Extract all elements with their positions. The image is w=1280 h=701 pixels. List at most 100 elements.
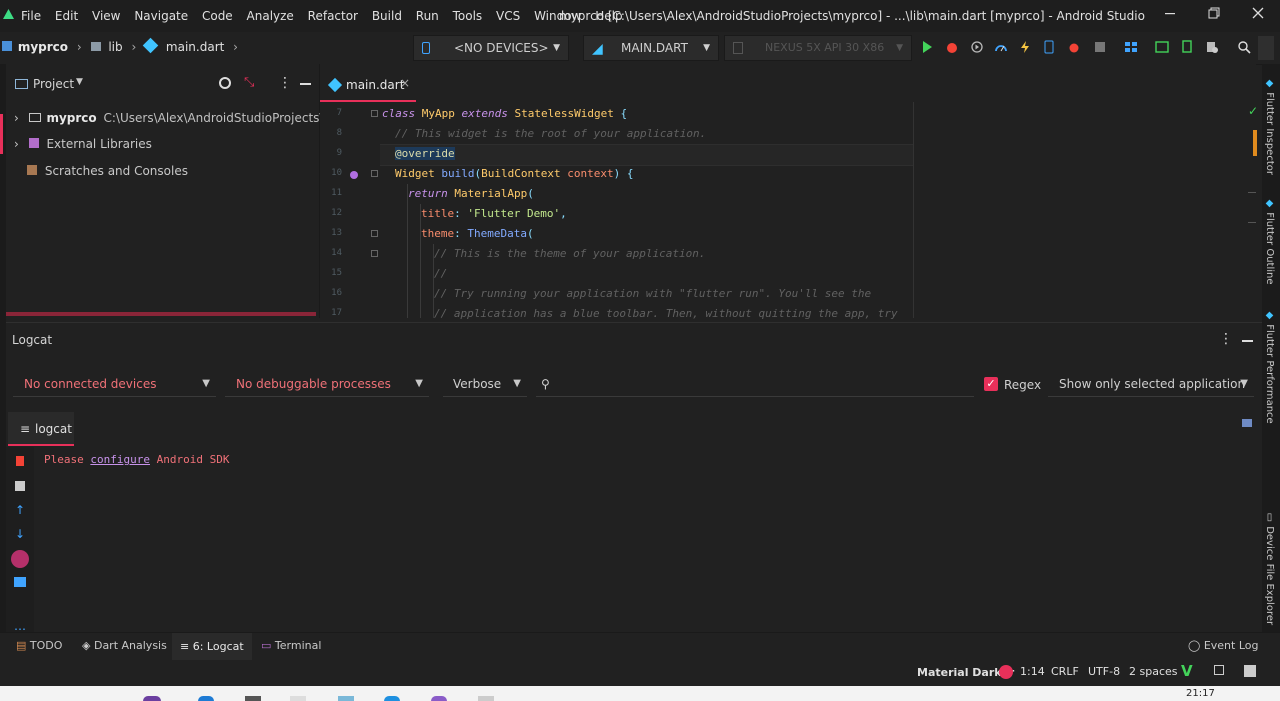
tree-item-scratches[interactable]: Scratches and Consoles (14, 160, 188, 182)
code-line-16[interactable]: // Try running your application with "fl… (434, 287, 871, 300)
menu-refactor[interactable]: Refactor (308, 9, 358, 23)
menu-run[interactable]: Run (416, 9, 439, 23)
process-dropdown[interactable]: No debuggable processes ▼ (225, 371, 429, 397)
scroll-to-end-icon[interactable] (15, 481, 25, 491)
menu-analyze[interactable]: Analyze (247, 9, 294, 23)
project-view-selector[interactable]: Project (33, 77, 74, 91)
project-panel-scrollbar[interactable] (6, 312, 316, 316)
taskbar-app-icon[interactable] (245, 696, 261, 701)
cursor-position[interactable]: 1:14 (1020, 665, 1045, 678)
flutter-outline-tab[interactable]: ◆ Flutter Outline (1264, 198, 1275, 285)
maximize-button[interactable] (1207, 6, 1221, 20)
soft-wrap-icon[interactable] (11, 550, 29, 568)
avd-manager-icon[interactable] (1180, 40, 1194, 54)
vim-icon[interactable]: V (1181, 662, 1193, 680)
search-icon[interactable] (1237, 40, 1251, 54)
lock-icon[interactable] (1214, 665, 1224, 675)
logcat-tab[interactable]: ≡ logcat (8, 412, 74, 446)
memory-indicator-icon[interactable] (1244, 665, 1256, 677)
layout-options-icon[interactable] (1242, 419, 1252, 427)
code-line-10[interactable]: Widget build(BuildContext context) { (395, 167, 633, 180)
breadcrumb-project[interactable]: myprco (18, 40, 68, 54)
regex-checkbox[interactable]: ✓ (984, 377, 998, 391)
file-encoding[interactable]: UTF-8 (1088, 665, 1120, 678)
taskbar-app-icon[interactable] (478, 696, 494, 701)
editor-scroll-marker[interactable] (1253, 130, 1257, 156)
code-line-8[interactable]: // This widget is the root of your appli… (395, 127, 706, 140)
tree-item-external-libraries[interactable]: › External Libraries (14, 133, 152, 155)
run-config-selector[interactable]: ◢ MAIN.DART ▼ (583, 35, 719, 61)
tree-item-root[interactable]: › myprco C:\Users\Alex\AndroidStudioProj… (14, 107, 368, 129)
todo-tool-button[interactable]: ▤ TODO (16, 639, 62, 652)
logcat-tool-button[interactable]: ≡ 6: Logcat (172, 633, 252, 661)
menu-tools[interactable]: Tools (453, 9, 483, 23)
close-window-button[interactable] (1251, 6, 1265, 20)
menu-build[interactable]: Build (372, 9, 402, 23)
device-dropdown[interactable]: No connected devices ▼ (13, 371, 216, 397)
code-line-11[interactable]: return MaterialApp( (408, 187, 534, 200)
indent-setting[interactable]: 2 spaces (1129, 665, 1178, 678)
taskbar-app-icon[interactable] (290, 696, 306, 701)
debug-icon[interactable] (945, 40, 959, 54)
menu-navigate[interactable]: Navigate (134, 9, 188, 23)
code-line-15[interactable]: // (434, 267, 447, 280)
clear-log-icon[interactable] (16, 456, 24, 466)
menu-view[interactable]: View (92, 9, 120, 23)
log-search-input[interactable]: ⚲ (536, 371, 974, 397)
arrow-down-icon[interactable]: ↓ (15, 527, 25, 541)
minimize-button[interactable] (1163, 6, 1177, 20)
code-line-7[interactable]: class MyApp extends StatelessWidget { (382, 107, 627, 120)
terminal-tool-button[interactable]: ▭ Terminal (261, 639, 321, 652)
code-line-9[interactable]: @override (395, 147, 455, 160)
apply-changes-icon[interactable] (1042, 40, 1056, 54)
code-line-13[interactable]: theme: ThemeData( (421, 227, 534, 240)
fold-marker-icon[interactable] (371, 250, 378, 257)
account-button[interactable] (1258, 36, 1274, 60)
collapse-all-icon[interactable]: ⤡ (244, 75, 254, 90)
configure-sdk-link[interactable]: configure (90, 453, 150, 466)
taskbar-app-icon[interactable] (384, 696, 400, 701)
device-file-explorer-tab[interactable]: ▯ Device File Explorer (1264, 512, 1275, 625)
log-level-dropdown[interactable]: Verbose ▼ (443, 371, 527, 397)
attach-debugger-icon[interactable] (1067, 40, 1081, 54)
fold-marker-icon[interactable] (371, 230, 378, 237)
flutter-performance-tab[interactable]: ◆ Flutter Performance (1264, 310, 1275, 424)
arrow-up-icon[interactable]: ↑ (15, 503, 25, 517)
more-actions-icon[interactable]: … (14, 619, 26, 633)
hide-panel-icon[interactable] (300, 83, 311, 85)
project-tool-accent[interactable] (0, 114, 3, 154)
close-tab-icon[interactable]: × (400, 76, 410, 90)
event-log-tool-button[interactable]: ◯ Event Log (1188, 639, 1258, 652)
emulator-selector[interactable]: NEXUS 5X API 30 X86 ▼ (724, 35, 912, 61)
tab-main-dart[interactable]: main.dart × (320, 66, 416, 102)
device-selector[interactable]: <NO DEVICES> ▼ (413, 35, 569, 61)
more-options-icon[interactable]: ⋮ (278, 75, 292, 91)
breadcrumb-folder[interactable]: lib (108, 40, 122, 54)
dart-analysis-tool-button[interactable]: ◈ Dart Analysis (82, 639, 167, 652)
hot-reload-icon[interactable] (1018, 40, 1032, 54)
code-line-12[interactable]: title: 'Flutter Demo', (421, 207, 567, 220)
taskbar-clock[interactable]: 21:17 (1186, 688, 1215, 699)
device-manager-icon[interactable] (1205, 40, 1219, 54)
profile-icon[interactable] (994, 40, 1008, 54)
filter-dropdown[interactable]: Show only selected application ▼ (1048, 371, 1254, 397)
taskbar-app-icon[interactable] (431, 696, 447, 701)
line-separator[interactable]: CRLF (1051, 665, 1079, 678)
no-problems-check-icon[interactable]: ✓ (1248, 104, 1258, 118)
taskbar-app-icon[interactable] (143, 696, 161, 701)
taskbar-app-icon[interactable] (338, 696, 354, 701)
breadcrumb-file[interactable]: main.dart (166, 40, 224, 54)
fold-marker-icon[interactable] (371, 170, 378, 177)
more-options-icon[interactable]: ⋮ (1219, 331, 1233, 347)
flutter-inspector-tab[interactable]: ◆ Flutter Inspector (1264, 78, 1275, 175)
taskbar-app-icon[interactable] (198, 696, 214, 701)
run-icon[interactable] (920, 40, 934, 54)
fold-marker-icon[interactable] (371, 110, 378, 117)
menu-edit[interactable]: Edit (55, 9, 78, 23)
stop-icon[interactable] (1093, 40, 1107, 54)
terminal-icon[interactable] (1155, 40, 1169, 54)
code-line-17[interactable]: // application has a blue toolbar. Then,… (434, 307, 898, 320)
override-method-icon[interactable] (350, 171, 358, 179)
chevron-down-icon[interactable]: ▼ (76, 77, 83, 87)
sdk-manager-icon[interactable] (1124, 40, 1138, 54)
